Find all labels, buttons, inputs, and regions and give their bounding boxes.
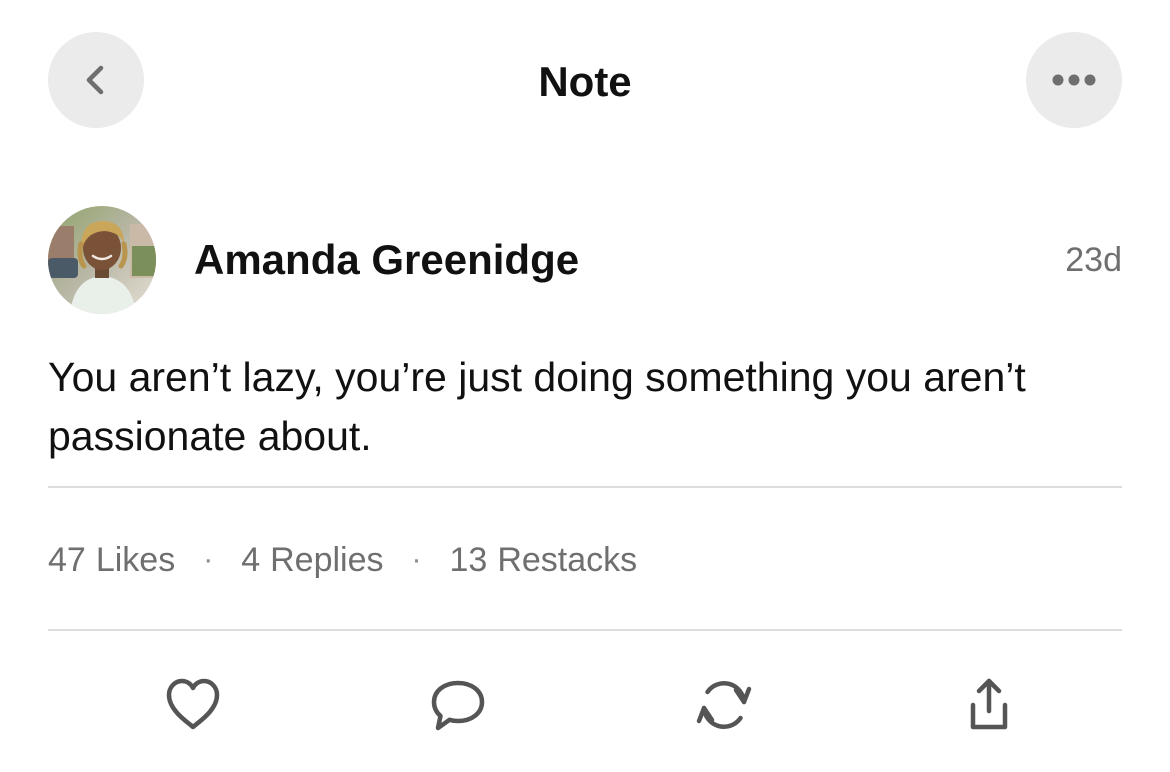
replies-label: Replies [270,540,384,579]
author-name[interactable]: Amanda Greenidge [194,234,579,286]
post-timestamp: 23d [1065,241,1122,279]
restacks-count: 13 [449,540,488,579]
avatar[interactable] [48,206,156,314]
comment-icon [431,680,485,731]
restack-button[interactable] [689,670,759,740]
top-nav-bar: Note [0,0,1170,164]
share-icon [970,678,1008,730]
likes-label: Likes [95,540,176,579]
reply-button[interactable] [423,670,493,740]
share-button[interactable] [954,670,1024,740]
action-bar [0,670,1170,740]
restack-icon [696,681,752,729]
page-title: Note [538,58,632,105]
more-options-button[interactable] [1026,32,1122,128]
heart-icon [166,678,220,730]
likes-stat[interactable]: 47 Likes [48,541,175,580]
more-horizontal-icon [1052,74,1096,86]
like-button[interactable] [158,670,228,740]
restacks-stat[interactable]: 13 Restacks [450,541,638,580]
replies-stat[interactable]: 4 Replies [241,541,383,580]
replies-count: 4 [241,540,261,579]
author-row: Amanda Greenidge 23d [48,206,1122,314]
engagement-stats: 47 Likes · 4 Replies · 13 Restacks [48,536,637,584]
divider [48,629,1122,631]
restacks-label: Restacks [497,540,638,579]
likes-count: 47 [48,540,86,579]
divider [48,486,1122,488]
note-text: You aren’t lazy, you’re just doing somet… [48,354,1026,459]
stat-separator: · [203,543,214,576]
stat-separator: · [411,543,422,576]
